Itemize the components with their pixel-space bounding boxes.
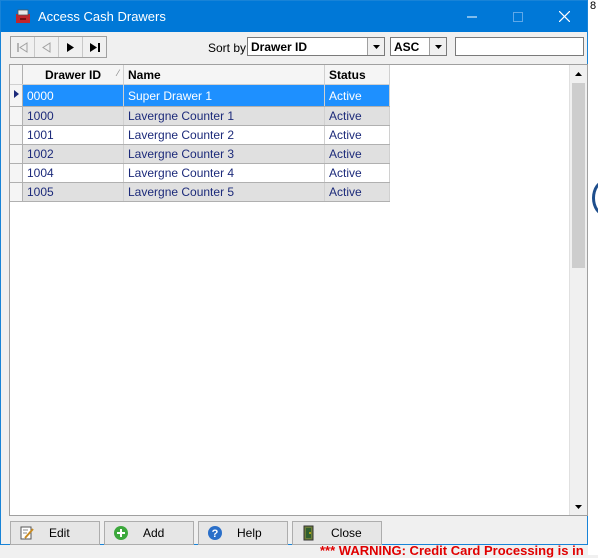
drawer-id-cell[interactable]: 1005 (22, 182, 124, 202)
drawer-name-cell[interactable]: Lavergne Counter 3 (123, 144, 325, 164)
chevron-down-icon (575, 504, 582, 509)
next-icon (67, 42, 74, 52)
previous-icon (42, 41, 51, 53)
last-icon (89, 42, 100, 52)
row-indicator-header (10, 65, 23, 85)
row-indicator (10, 182, 23, 202)
drawer-status-cell[interactable]: Active (324, 182, 390, 202)
search-input[interactable] (455, 37, 584, 56)
row-indicator (10, 144, 23, 164)
minimize-icon (467, 16, 477, 17)
sort-by-label: Sort by (208, 41, 247, 55)
minimize-button[interactable] (449, 1, 495, 32)
background-app-edge (588, 0, 598, 555)
help-icon: ? (208, 526, 222, 540)
drawer-id-cell[interactable]: 1004 (22, 163, 124, 183)
help-button[interactable]: ? Help (198, 521, 288, 545)
first-icon (17, 41, 28, 53)
drawer-status-cell[interactable]: Active (324, 163, 390, 183)
help-button-label: Help (237, 526, 262, 540)
table-row[interactable]: 1005 Lavergne Counter 5 Active (10, 182, 390, 202)
access-cash-drawers-window: Access Cash Drawers Sort by Drawer ID AS… (0, 0, 588, 545)
last-record-button[interactable] (83, 37, 106, 57)
drawer-id-header-label: Drawer ID (44, 67, 102, 82)
scrollbar-thumb[interactable] (572, 83, 585, 268)
scroll-up-button[interactable] (570, 65, 587, 82)
chevron-down-icon[interactable] (367, 38, 384, 55)
chevron-up-icon (575, 71, 582, 76)
add-button[interactable]: Add (104, 521, 194, 545)
drawer-name-cell[interactable]: Lavergne Counter 2 (123, 125, 325, 145)
drawer-name-cell[interactable]: Super Drawer 1 (123, 84, 325, 107)
row-indicator (10, 106, 23, 126)
toolbar: Sort by Drawer ID ASC (1, 32, 587, 62)
row-indicator (10, 125, 23, 145)
drawer-name-cell[interactable]: Lavergne Counter 4 (123, 163, 325, 183)
table-row[interactable]: 0000 Super Drawer 1 Active (10, 84, 390, 107)
drawer-status-cell[interactable]: Active (324, 84, 390, 107)
close-window-button[interactable] (541, 1, 587, 32)
cash-drawers-grid: Drawer ID ⁄ Name Status 0000 Super Drawe… (9, 64, 588, 516)
record-navigator (10, 36, 107, 58)
next-record-button[interactable] (59, 37, 83, 57)
maximize-icon (513, 11, 523, 22)
sort-order-select[interactable]: ASC (390, 37, 447, 56)
drawer-id-cell[interactable]: 0000 (22, 84, 124, 107)
current-row-indicator (10, 84, 23, 107)
sort-order-value: ASC (394, 39, 420, 54)
drawer-name-cell[interactable]: Lavergne Counter 5 (123, 182, 325, 202)
edit-icon (20, 526, 34, 540)
row-indicator (10, 163, 23, 183)
window-title: Access Cash Drawers (38, 9, 166, 24)
drawer-status-cell[interactable]: Active (324, 144, 390, 164)
svg-text:?: ? (212, 528, 219, 540)
close-button[interactable]: Close (292, 521, 382, 545)
drawer-id-cell[interactable]: 1001 (22, 125, 124, 145)
first-record-button[interactable] (11, 37, 35, 57)
drawer-name-cell[interactable]: Lavergne Counter 1 (123, 106, 325, 126)
table-row[interactable]: 1004 Lavergne Counter 4 Active (10, 163, 390, 183)
drawer-status-cell[interactable]: Active (324, 125, 390, 145)
previous-record-button[interactable] (35, 37, 59, 57)
close-button-label: Close (331, 526, 362, 540)
exit-door-icon (303, 525, 314, 541)
bottom-button-bar: Edit Add ? Help Close (1, 518, 587, 546)
drawer-id-cell[interactable]: 1000 (22, 106, 124, 126)
sort-field-value: Drawer ID (251, 39, 308, 54)
add-button-label: Add (143, 526, 165, 540)
chevron-down-icon[interactable] (429, 38, 446, 55)
close-icon (558, 11, 570, 22)
table-header-row: Drawer ID ⁄ Name Status (10, 65, 390, 85)
background-corner-text: 8 (590, 0, 597, 12)
table-row[interactable]: 1001 Lavergne Counter 2 Active (10, 125, 390, 145)
maximize-button[interactable] (495, 1, 541, 32)
drawer-id-cell[interactable]: 1002 (22, 144, 124, 164)
edit-button[interactable]: Edit (10, 521, 100, 545)
table-row[interactable]: 1002 Lavergne Counter 3 Active (10, 144, 390, 164)
row-pointer-icon (14, 90, 19, 98)
column-header-name[interactable]: Name (123, 65, 325, 85)
column-header-drawer-id[interactable]: Drawer ID ⁄ (22, 65, 124, 85)
vertical-scrollbar[interactable] (569, 65, 587, 515)
sort-field-select[interactable]: Drawer ID (247, 37, 385, 56)
column-header-status[interactable]: Status (324, 65, 390, 85)
cash-drawer-icon (16, 9, 30, 23)
edit-button-label: Edit (49, 526, 70, 540)
drawer-status-cell[interactable]: Active (324, 106, 390, 126)
title-bar[interactable]: Access Cash Drawers (1, 1, 587, 32)
drawers-table: Drawer ID ⁄ Name Status 0000 Super Drawe… (10, 65, 390, 202)
scroll-down-button[interactable] (570, 498, 587, 515)
sort-ascending-icon: ⁄ (117, 68, 119, 78)
add-icon (114, 526, 128, 540)
table-row[interactable]: 1000 Lavergne Counter 1 Active (10, 106, 390, 126)
